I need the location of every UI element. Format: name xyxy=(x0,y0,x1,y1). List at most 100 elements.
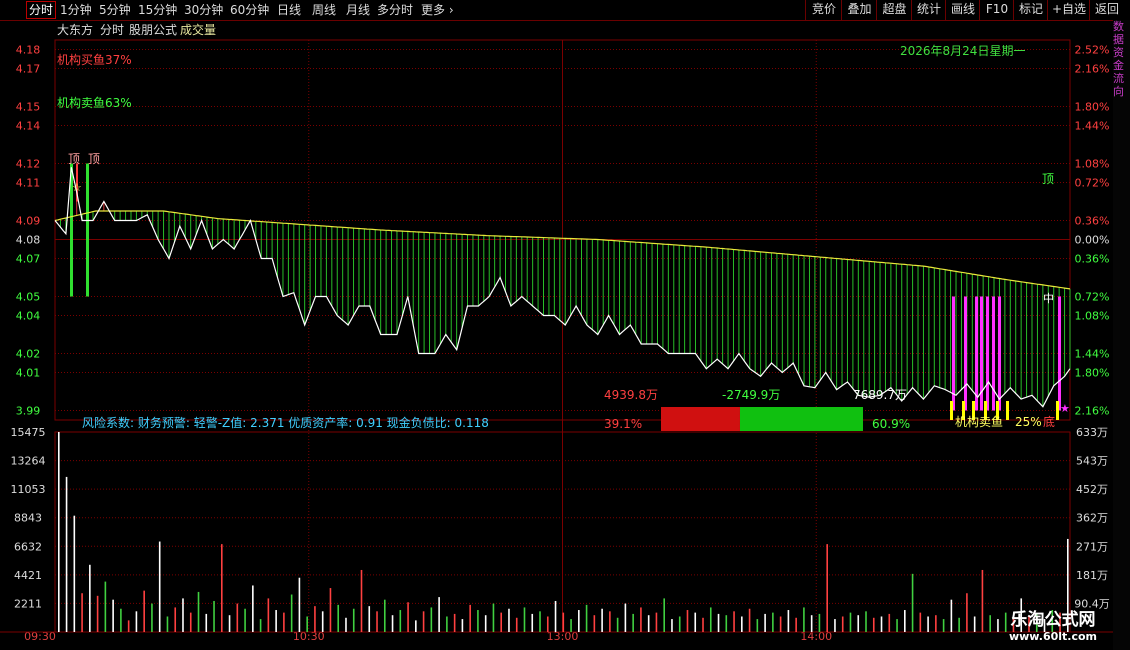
volume-bar xyxy=(849,612,852,632)
volume-bar xyxy=(205,613,208,632)
chevron-right-icon: › xyxy=(445,3,454,17)
bottom-partial-label: 机构卖鱼 xyxy=(955,414,1003,429)
watermark-url: www.60lt.com xyxy=(1008,630,1098,643)
volume-bar xyxy=(220,544,223,632)
volume-bar xyxy=(213,600,215,632)
top-toolbar: 分时 1分钟 5分钟 15分钟 30分钟 60分钟 日线 周线 月线 多分时 更多 › 竞价 叠加 超盘统… xyxy=(0,0,1130,21)
volume-bar xyxy=(321,611,324,632)
volume-bar xyxy=(376,611,378,632)
volume-bar xyxy=(515,617,518,632)
volume-bar xyxy=(120,608,122,632)
volume-bar xyxy=(640,607,642,632)
chart-mode: 分时 xyxy=(100,23,124,37)
pct-tick-label: 0.72% xyxy=(1075,291,1110,304)
amount-tick-label: 543万 xyxy=(1076,455,1108,468)
volume-bar xyxy=(73,515,76,632)
risk-text: 风险系数: 财务预警: 轻警-Z值: 2.371 优质资产率: 0.91 现金负… xyxy=(82,415,489,430)
volume-bar xyxy=(717,613,720,632)
toolbar-button-1[interactable]: 叠加 xyxy=(841,0,877,20)
period-tab-4[interactable]: 30分钟 xyxy=(184,2,223,18)
price-tick-label: 4.12 xyxy=(16,158,41,171)
period-tab-5[interactable]: 60分钟 xyxy=(230,2,269,18)
period-tab-7[interactable]: 周线 xyxy=(312,2,336,18)
price-tick-label: 4.17 xyxy=(16,63,41,76)
formula-name: 股朋公式 xyxy=(129,23,177,37)
volume-tick-label: 13264 xyxy=(11,455,46,468)
bottom-marker: 底 xyxy=(1043,414,1055,429)
volume-bar xyxy=(702,617,704,632)
volume-tick-label: 8843 xyxy=(14,512,42,525)
pct-tick-label: 1.44% xyxy=(1075,348,1110,361)
toolbar-button-3[interactable]: 统计 xyxy=(911,0,946,20)
volume-bar xyxy=(415,620,417,632)
period-tab-10[interactable]: 更多 › xyxy=(421,2,454,18)
period-tab-0[interactable]: 分时 xyxy=(26,1,57,19)
yellow-bar xyxy=(1006,401,1009,420)
toolbar-button-6[interactable]: 标记 xyxy=(1013,0,1048,20)
volume-bar xyxy=(252,585,254,632)
toolbar-button-2[interactable]: 超盘 xyxy=(876,0,912,20)
price-tick-label: 4.11 xyxy=(16,177,41,190)
volume-bar xyxy=(151,603,153,632)
period-tab-1[interactable]: 1分钟 xyxy=(60,2,92,18)
toolbar-button-0[interactable]: 竞价 xyxy=(805,0,842,20)
price-tick-label: 4.14 xyxy=(16,120,41,133)
volume-bar xyxy=(857,615,860,632)
pct-tick-label: 1.80% xyxy=(1075,367,1110,380)
toolbar-button-8[interactable]: 返回 xyxy=(1089,0,1124,20)
price-tick-label: 4.18 xyxy=(16,44,41,57)
pct-tick-label: 2.16% xyxy=(1075,405,1110,418)
flow-right-pct: 60.9% xyxy=(872,417,910,431)
volume-bar xyxy=(663,598,665,632)
toolbar-button-5[interactable]: F10 xyxy=(979,0,1014,20)
price-tick-label: 4.15 xyxy=(16,101,41,114)
period-tab-6[interactable]: 日线 xyxy=(277,2,301,18)
pct-tick-label: 0.36% xyxy=(1075,253,1110,266)
amount-tick-label: 362万 xyxy=(1076,512,1108,525)
volume-bar xyxy=(904,610,906,632)
volume-bar xyxy=(585,604,588,632)
volume-bar xyxy=(935,615,937,632)
volume-bar xyxy=(601,608,603,632)
volume-bar xyxy=(267,598,270,632)
volume-bar xyxy=(678,616,681,632)
price-tick-label: 4.05 xyxy=(16,291,41,304)
volume-tick-label: 15475 xyxy=(11,426,46,439)
volume-bar xyxy=(275,610,277,632)
flow-bar-green xyxy=(739,407,863,431)
volume-bar xyxy=(283,612,285,632)
pct-tick-label: 2.52% xyxy=(1075,44,1110,57)
volume-tick-label: 11053 xyxy=(11,483,46,496)
intraday-chart[interactable]: 4.18 2.52% 4.17 2.16% 4.15 1.80% 4.14 1.44% 4.12… xyxy=(0,20,1113,650)
volume-bar xyxy=(632,613,634,632)
volume-bar xyxy=(96,595,99,632)
volume-bar xyxy=(919,612,922,632)
volume-bar xyxy=(546,616,549,632)
period-tab-9[interactable]: 多分时 xyxy=(377,2,413,18)
flow-left-pct: 39.1% xyxy=(604,417,642,431)
toolbar-button-7[interactable]: +自选 xyxy=(1047,0,1090,20)
volume-bar xyxy=(741,616,743,632)
volume-bar xyxy=(508,608,510,632)
volume-bar xyxy=(531,613,534,632)
magenta-bar xyxy=(975,296,978,411)
volume-bar xyxy=(810,615,813,632)
volume-bar xyxy=(570,619,572,632)
volume-bar xyxy=(733,611,735,632)
amount-tick-label: 633万 xyxy=(1076,426,1108,439)
price-tick-label: 4.04 xyxy=(16,310,41,323)
period-tab-3[interactable]: 15分钟 xyxy=(138,2,177,18)
toolbar-button-4[interactable]: 画线 xyxy=(945,0,980,20)
volume-bar xyxy=(764,613,766,632)
magenta-bar xyxy=(992,296,995,411)
side-strip[interactable]: 数据资金流向 xyxy=(1113,20,1130,650)
pct-tick-label: 0.72% xyxy=(1075,177,1110,190)
period-tab-2[interactable]: 5分钟 xyxy=(99,2,131,18)
volume-bar xyxy=(958,617,960,632)
volume-bar xyxy=(539,611,541,632)
period-tab-8[interactable]: 月线 xyxy=(346,2,370,18)
price-tick-label: 4.01 xyxy=(16,367,41,380)
magenta-bar xyxy=(1058,296,1061,411)
volume-bar xyxy=(259,619,262,632)
stock-name: 大东方 xyxy=(57,22,93,37)
